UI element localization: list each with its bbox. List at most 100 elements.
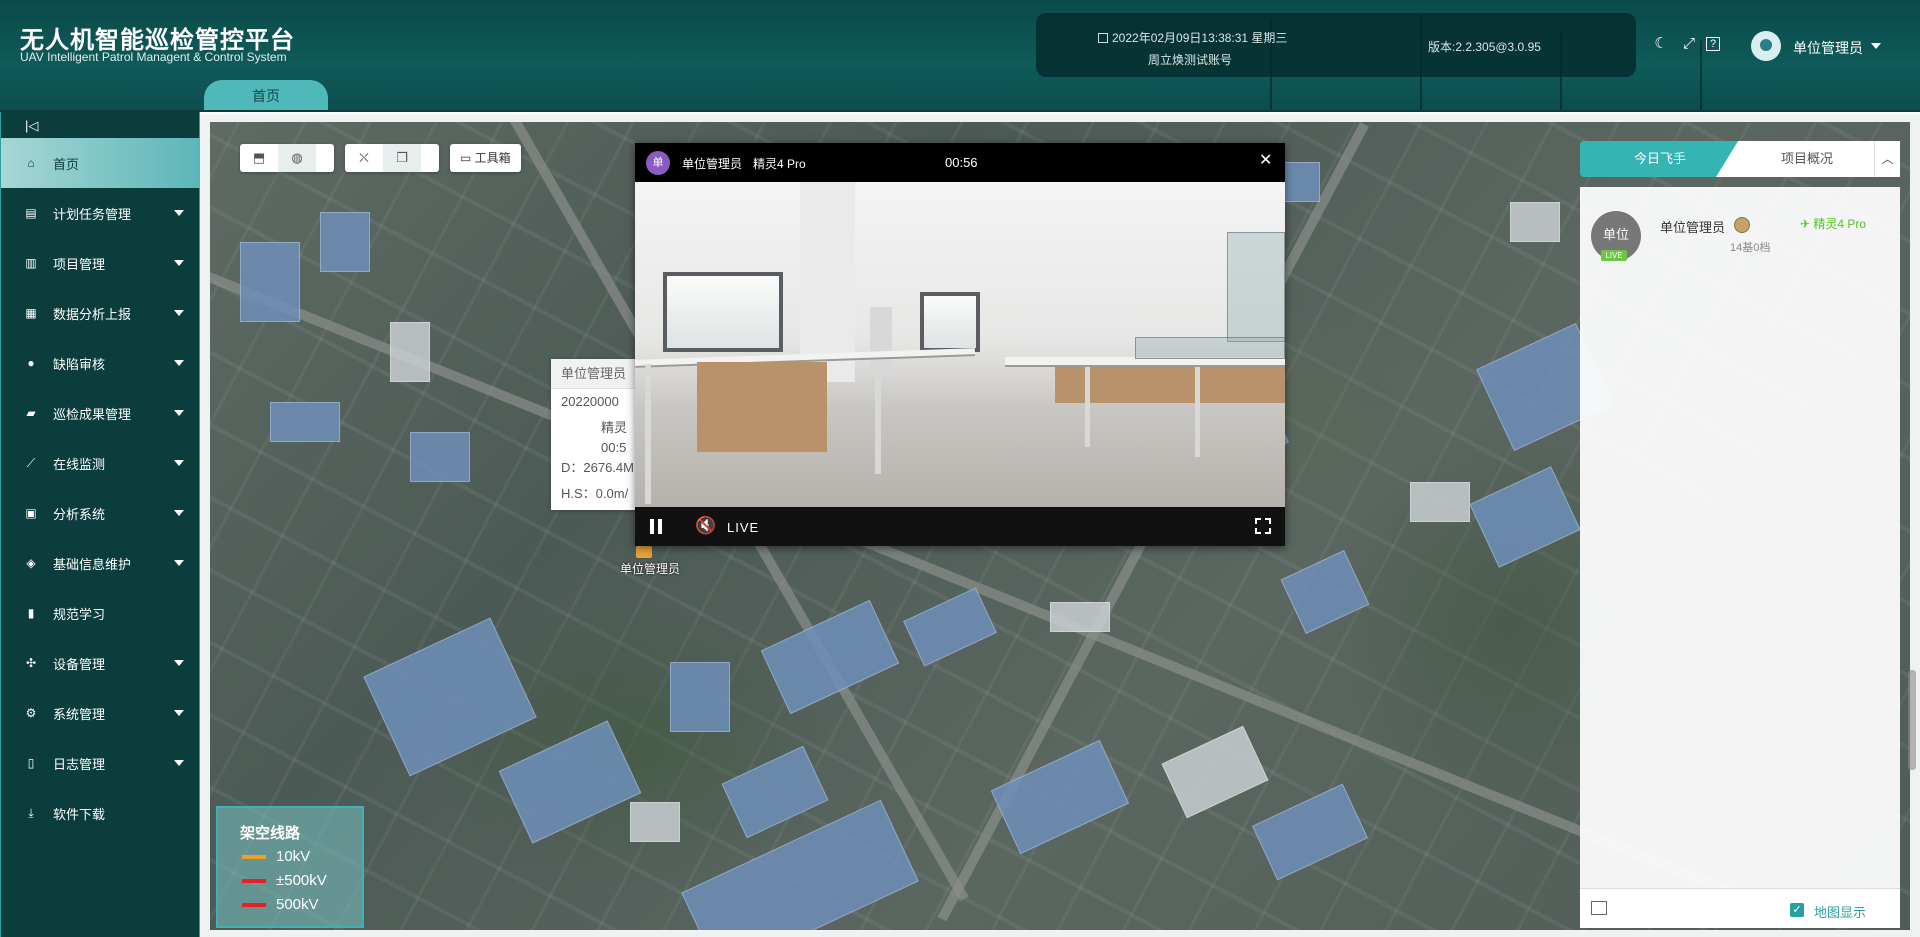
- upload-location-icon[interactable]: ⬒: [240, 144, 278, 172]
- pause-icon[interactable]: [649, 519, 663, 534]
- datetime-display: 2022年02月09日13:38:31 星期三: [1098, 29, 1287, 46]
- sidebar-item-defect-review[interactable]: ● 缺陷审核: [1, 338, 200, 388]
- layers-icon: ◈: [26, 556, 36, 570]
- video-frame[interactable]: [635, 182, 1285, 507]
- sidebar-item-devices[interactable]: ✣ 设备管理: [1, 638, 200, 688]
- version-text: 版本:2.2.305@3.0.95: [1428, 40, 1541, 54]
- fullscreen-icon[interactable]: [1254, 517, 1272, 535]
- analysis-icon: ▣: [25, 506, 37, 520]
- help-icon[interactable]: ?: [1706, 37, 1720, 51]
- toolbox-icon: ▭: [460, 151, 475, 165]
- chevron-down-icon: [174, 560, 184, 566]
- folder-icon: ▰: [26, 406, 36, 420]
- copy-icon[interactable]: ❐: [383, 144, 421, 172]
- toolbox-label: 工具箱: [474, 151, 511, 165]
- pilot-name: 单位管理员: [1660, 220, 1726, 235]
- map-display-checkbox[interactable]: ✓: [1790, 903, 1804, 917]
- sidebar-item-download[interactable]: ⤓ 软件下载: [1, 788, 200, 838]
- monitor-icon: ⟋: [26, 456, 36, 470]
- drone-marker-icon[interactable]: [636, 546, 652, 558]
- legend-label: ±500kV: [276, 872, 327, 889]
- video-elapsed-time: 00:56: [945, 155, 978, 170]
- sidebar-item-logs[interactable]: ▯ 日志管理: [1, 738, 200, 788]
- right-panel-footer: ✓ 地图显示: [1580, 888, 1900, 928]
- video-drone-model: 精灵4 Pro: [753, 157, 806, 171]
- sidebar-item-projects[interactable]: ▥ 项目管理: [1, 238, 200, 288]
- settings-user-icon: ⚙: [25, 706, 37, 720]
- chevron-down-icon: [174, 510, 184, 516]
- video-user-name: 单位管理员: [682, 157, 743, 171]
- sidebar-item-label: 日志管理: [53, 756, 106, 772]
- datetime-text: 2022年02月09日13:38:31 星期三: [1112, 31, 1288, 45]
- sidebar-item-standards[interactable]: ▮ 规范学习: [1, 588, 200, 638]
- fullscreen-icon[interactable]: ⤢: [1680, 35, 1698, 53]
- task-icon: ▤: [25, 206, 37, 220]
- moon-icon[interactable]: ☾: [1652, 35, 1670, 53]
- map-layer-toolbar: ⛌ ❐: [345, 144, 439, 172]
- mute-icon[interactable]: 🔇: [695, 516, 716, 536]
- download-icon: ⤓: [28, 806, 34, 820]
- map-scroll-handle[interactable]: [1908, 670, 1916, 770]
- sidebar-item-label: 首页: [53, 156, 80, 172]
- sidebar: |◁ ⌂ 首页 ▤ 计划任务管理 ▥ 项目管理 ▦ 数据分析上报 ● 缺陷审核 ▰ 巡检成果…: [0, 112, 200, 937]
- map-mode-toolbar: ⬒ ◍: [240, 144, 334, 172]
- sidebar-menu: ⌂ 首页 ▤ 计划任务管理 ▥ 项目管理 ▦ 数据分析上报 ● 缺陷审核 ▰ 巡检成果管理 …: [1, 138, 200, 838]
- pilot-list: 单位 LIVE 单位管理员 ✈ 精灵4 Pro 14基0档: [1580, 187, 1900, 928]
- legend-swatch: [242, 879, 266, 884]
- pylon-icon[interactable]: ⛌: [345, 144, 383, 172]
- toolbox-button[interactable]: ▭ 工具箱: [450, 144, 521, 172]
- sidebar-item-online-monitor[interactable]: ⟋ 在线监测: [1, 438, 200, 488]
- globe-icon[interactable]: ◍: [278, 144, 316, 172]
- chevron-down-icon[interactable]: [1871, 43, 1881, 49]
- screen-icon[interactable]: [1591, 901, 1607, 915]
- tab-home[interactable]: 首页: [204, 80, 328, 110]
- legend-title: 架空线路: [240, 825, 301, 842]
- video-controls: 🔇 LIVE: [635, 507, 1285, 546]
- tab-today-pilots[interactable]: 今日飞手: [1580, 141, 1740, 177]
- line-legend: 架空线路 10kV ±500kV 500kV: [216, 806, 364, 928]
- sidebar-item-label: 数据分析上报: [53, 306, 132, 322]
- user-menu-name[interactable]: 单位管理员: [1793, 38, 1863, 58]
- sidebar-item-home[interactable]: ⌂ 首页: [1, 138, 200, 188]
- chevron-down-icon: [174, 260, 184, 266]
- chevron-down-icon: [174, 210, 184, 216]
- sidebar-item-label: 计划任务管理: [53, 206, 132, 222]
- chevron-up-icon[interactable]: ︿: [1874, 141, 1900, 177]
- sidebar-item-label: 分析系统: [53, 506, 106, 522]
- tab-project-overview[interactable]: 项目概况: [1716, 141, 1874, 177]
- pilot-stat: 14基0档: [1730, 242, 1771, 254]
- video-header: 单 单位管理员 精灵4 Pro 00:56 ✕: [635, 143, 1285, 182]
- chevron-down-icon: [174, 660, 184, 666]
- map-display-label[interactable]: 地图显示: [1814, 902, 1866, 921]
- sidebar-item-label: 巡检成果管理: [53, 406, 132, 422]
- close-icon[interactable]: ✕: [1259, 153, 1272, 169]
- right-panel-tabs: 今日飞手 项目概况 ︿: [1580, 141, 1900, 177]
- sidebar-item-data-analysis[interactable]: ▦ 数据分析上报: [1, 288, 200, 338]
- video-user-avatar: 单: [646, 151, 670, 175]
- legend-label: 500kV: [276, 896, 319, 913]
- sidebar-item-system[interactable]: ⚙ 系统管理: [1, 688, 200, 738]
- drone-marker-label: 单位管理员: [620, 562, 681, 576]
- chevron-down-icon: [174, 410, 184, 416]
- medal-icon: [1734, 217, 1750, 233]
- sidebar-item-label: 设备管理: [53, 656, 106, 672]
- sidebar-item-analysis[interactable]: ▣ 分析系统: [1, 488, 200, 538]
- sidebar-item-plan-tasks[interactable]: ▤ 计划任务管理: [1, 188, 200, 238]
- sidebar-item-results[interactable]: ▰ 巡检成果管理: [1, 388, 200, 438]
- drone-card-title: 单位管理员: [551, 359, 641, 389]
- live-badge: LIVE: [1601, 250, 1627, 261]
- drone-icon: ✈: [1800, 217, 1814, 231]
- drone-card-hspeed: H.S：0.0m/: [561, 486, 629, 501]
- chevron-down-icon: [174, 310, 184, 316]
- sidebar-item-label: 项目管理: [53, 256, 106, 272]
- legend-row: 500kV: [242, 896, 319, 913]
- legend-swatch: [242, 855, 266, 860]
- user-avatar[interactable]: [1751, 31, 1781, 61]
- collapse-left-icon[interactable]: |◁: [25, 118, 39, 134]
- drone-info-card[interactable]: 单位管理员 20220000 精灵 00:5 D：2676.4M H.S：0.0…: [551, 359, 641, 510]
- chevron-down-icon: [174, 460, 184, 466]
- home-icon: ⌂: [27, 156, 35, 170]
- sidebar-item-basic-info[interactable]: ◈ 基础信息维护: [1, 538, 200, 588]
- sidebar-item-label: 软件下载: [53, 806, 106, 822]
- book-icon: ▮: [27, 606, 35, 620]
